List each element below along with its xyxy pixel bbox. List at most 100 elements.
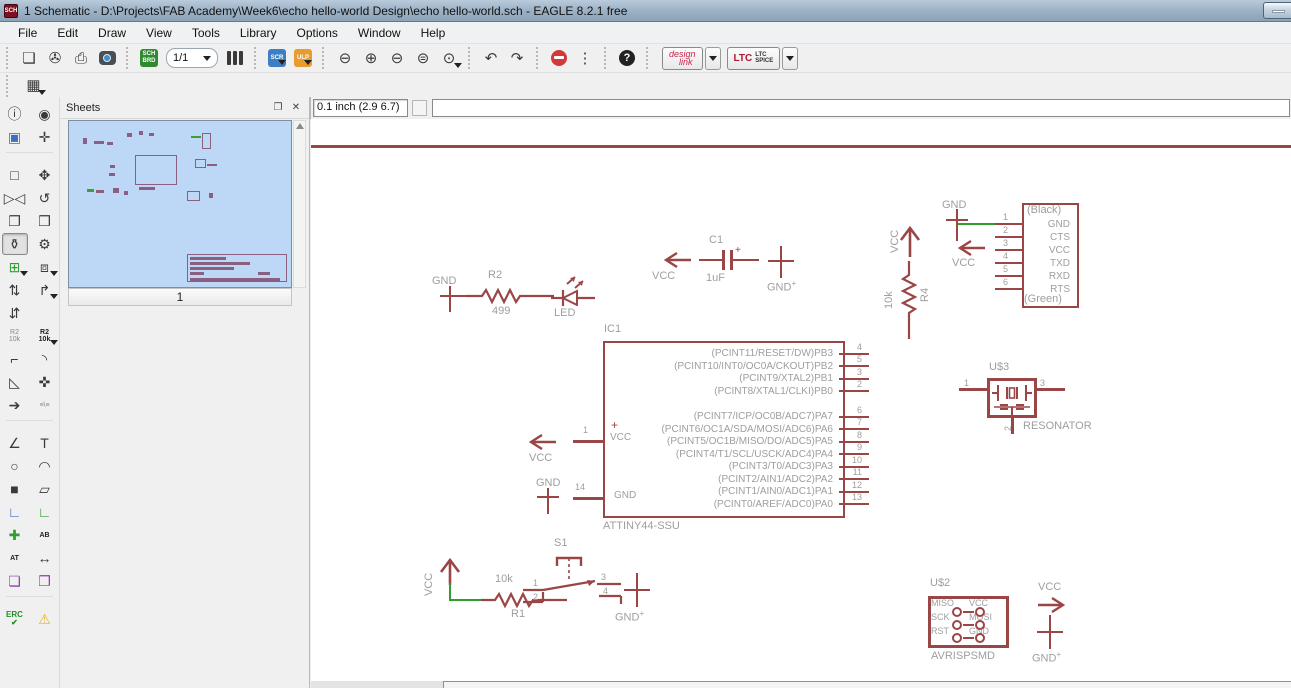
label-tool[interactable]: AB bbox=[32, 524, 58, 546]
design-link-button[interactable]: design link bbox=[662, 46, 703, 70]
menu-item[interactable]: Window bbox=[348, 23, 411, 43]
library-button[interactable] bbox=[222, 46, 248, 70]
toolbar-handle[interactable] bbox=[646, 47, 652, 69]
redo-button[interactable]: ↷ bbox=[504, 46, 530, 70]
sch-brd-toggle-button[interactable]: SCH BRD bbox=[140, 49, 158, 67]
undo-button[interactable]: ↶ bbox=[478, 46, 504, 70]
replace-tool[interactable]: ↱ bbox=[32, 279, 58, 301]
menu-item[interactable]: Draw bbox=[88, 23, 136, 43]
optimize-tool[interactable]: ✜ bbox=[32, 371, 58, 393]
zoom-in-button[interactable]: ⊕ bbox=[358, 46, 384, 70]
stop-button[interactable] bbox=[546, 46, 572, 70]
toolbar-handle[interactable] bbox=[254, 47, 260, 69]
ic-pin-row[interactable]: (PCINT6/OC1A/SDA/MOSI/ADC6)PA6 7 bbox=[603, 417, 875, 437]
ic-pin-row[interactable]: (PCINT1/AIN0/ADC1)PA1 12 bbox=[603, 480, 875, 499]
copy-tool[interactable]: ❐ bbox=[2, 210, 28, 232]
ic-pin-row[interactable]: (PCINT5/OC1B/MISO/DO/ADC5)PA5 8 bbox=[603, 430, 875, 449]
toolbar-handle[interactable] bbox=[6, 75, 12, 97]
save-button[interactable]: ✇ bbox=[42, 46, 68, 70]
round-miter-tool[interactable]: ◝ bbox=[32, 348, 58, 370]
text-tool[interactable]: T bbox=[32, 432, 58, 454]
route-tool[interactable]: ➔ bbox=[2, 394, 28, 416]
change-tool[interactable]: ⚙ bbox=[32, 233, 58, 255]
net-wire-r1-h[interactable] bbox=[449, 599, 483, 601]
miter-tool[interactable]: ⌐ bbox=[2, 348, 28, 370]
smash-tool[interactable]: R2 10k bbox=[32, 325, 58, 347]
options-dots-button[interactable]: ⋮ bbox=[572, 46, 598, 70]
rect-tool[interactable]: ■ bbox=[2, 478, 28, 500]
invoke-tool[interactable]: ⧈ bbox=[32, 256, 58, 278]
toolbar-handle[interactable] bbox=[604, 47, 610, 69]
ltc-spice-button[interactable]: LTC LTC SPICE bbox=[726, 46, 781, 70]
mirror-tool[interactable]: ▷◁ bbox=[2, 187, 28, 209]
meander-tool[interactable]: ≡\≡ bbox=[32, 394, 58, 416]
sheet-thumbnail[interactable] bbox=[68, 120, 292, 288]
toolbar-handle[interactable] bbox=[468, 47, 474, 69]
wire-tool[interactable]: ∠ bbox=[2, 432, 28, 454]
bus-tool[interactable]: ∟ bbox=[2, 501, 28, 523]
module-tool[interactable]: ❏ bbox=[2, 570, 28, 592]
pinswap-tool[interactable]: ⇅ bbox=[2, 279, 28, 301]
rotate-tool[interactable]: ↺ bbox=[32, 187, 58, 209]
sheet-1-label[interactable]: 1 bbox=[68, 288, 292, 306]
info-tool[interactable]: ⓘ bbox=[2, 103, 28, 125]
close-panel-button[interactable]: ✕ bbox=[289, 101, 303, 115]
blank[interactable] bbox=[32, 302, 58, 324]
ic-pin-row[interactable]: (PCINT0/AREF/ADC0)PA0 13 bbox=[603, 492, 875, 512]
move-tool[interactable]: ✥ bbox=[32, 164, 58, 186]
errors-tool[interactable]: ⚠ bbox=[32, 608, 58, 630]
menu-item[interactable]: Help bbox=[411, 23, 456, 43]
grid-button[interactable]: ▦ bbox=[20, 73, 47, 97]
ic-pin-row[interactable]: (PCINT11/RESET/DW)PB3 4 bbox=[603, 342, 875, 361]
add-part-tool[interactable]: ⊞ bbox=[2, 256, 28, 278]
ic-pin-row[interactable]: (PCINT4/T1/SCL/USCK/ADC4)PA4 9 bbox=[603, 442, 875, 462]
port-tool[interactable]: ❒ bbox=[32, 570, 58, 592]
run-ulp-button[interactable]: ULP bbox=[294, 49, 312, 67]
coord-mode-button[interactable] bbox=[412, 100, 427, 116]
zoom-fit-button[interactable]: ⊖ bbox=[332, 46, 358, 70]
toolbar-handle[interactable] bbox=[322, 47, 328, 69]
horizontal-scrollbar[interactable] bbox=[311, 681, 1291, 688]
float-panel-button[interactable]: ❐ bbox=[271, 101, 285, 115]
sheet-selector[interactable]: 1/1 bbox=[166, 48, 218, 68]
polygon-tool[interactable]: ▱ bbox=[32, 478, 58, 500]
schematic-canvas[interactable]: GND R2 499 LED VCC C1 + 1uF GND+ IC1 (PC… bbox=[311, 119, 1291, 681]
ic-pin-row[interactable]: (PCINT7/ICP/OC0B/ADC7)PA7 6 bbox=[603, 405, 875, 424]
print-button[interactable]: ⎙ bbox=[68, 46, 94, 70]
show-tool[interactable]: ◉ bbox=[32, 103, 58, 125]
ic-pin-row[interactable]: (PCINT8/XTAL1/CLKI)PB0 2 bbox=[603, 379, 875, 399]
split-tool[interactable]: ◺ bbox=[2, 371, 28, 393]
menu-item[interactable]: Tools bbox=[182, 23, 230, 43]
zoom-redraw-button[interactable]: ⊜ bbox=[410, 46, 436, 70]
arc-tool[interactable]: ◠ bbox=[32, 455, 58, 477]
zoom-out-button[interactable]: ⊖ bbox=[384, 46, 410, 70]
sheets-scrollbar[interactable] bbox=[293, 120, 306, 288]
delete-tool[interactable]: ⚱ bbox=[1, 233, 28, 255]
toolbar-handle[interactable] bbox=[6, 47, 12, 69]
display-layers-tool[interactable]: ▣ bbox=[2, 126, 28, 148]
mark-tool[interactable]: ✛ bbox=[32, 126, 58, 148]
menu-item[interactable]: View bbox=[136, 23, 182, 43]
erc-tool[interactable]: ERC ✔ bbox=[2, 608, 28, 630]
name-tool[interactable]: R2 10k bbox=[2, 325, 28, 347]
ic-pin-row[interactable]: (PCINT2/AIN1/ADC2)PA2 11 bbox=[603, 467, 875, 487]
help-button[interactable]: ? bbox=[614, 46, 640, 70]
net-tool[interactable]: ∟ bbox=[32, 501, 58, 523]
dimension-tool[interactable]: ↔ bbox=[32, 547, 58, 569]
gateswap-tool[interactable]: ⇵ bbox=[2, 302, 28, 324]
menu-item[interactable]: File bbox=[8, 23, 47, 43]
design-link-dropdown[interactable] bbox=[704, 46, 721, 70]
toolbar-handle[interactable] bbox=[536, 47, 542, 69]
attribute-tool[interactable]: AT bbox=[2, 547, 28, 569]
minimize-button[interactable] bbox=[1263, 2, 1291, 19]
run-script-button[interactable]: SCR bbox=[268, 49, 286, 67]
ic-pin-row[interactable]: (PCINT3/T0/ADC3)PA3 10 bbox=[603, 455, 875, 474]
circle-tool[interactable]: ○ bbox=[2, 455, 28, 477]
menu-item[interactable]: Edit bbox=[47, 23, 88, 43]
export-image-button[interactable] bbox=[94, 46, 120, 70]
junction-tool[interactable]: ✚ bbox=[2, 524, 28, 546]
ic-pin-row[interactable]: (PCINT9/XTAL2)PB1 3 bbox=[603, 367, 875, 386]
ltc-spice-dropdown[interactable] bbox=[782, 46, 799, 70]
zoom-select-button[interactable]: ⊙ bbox=[436, 46, 462, 70]
menu-item[interactable]: Library bbox=[230, 23, 287, 43]
